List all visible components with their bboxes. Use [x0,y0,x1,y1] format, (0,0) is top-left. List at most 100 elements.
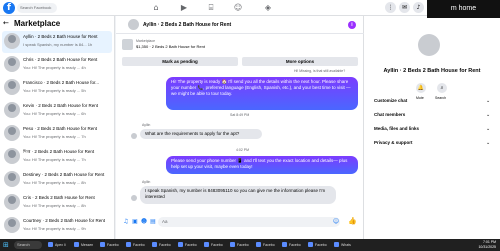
search-facebook-input[interactable]: Search Facebook [17,3,57,13]
avatar [131,195,137,201]
facebook-logo-icon[interactable]: f [3,2,15,14]
messenger-icon[interactable]: ✉ [399,2,410,13]
marketplace-thread-list: ← Marketplace Ayllin · 2 Beds 2 Bath Hou… [0,16,115,239]
mute-icon[interactable]: 🔔 [416,83,426,93]
thread-item[interactable]: Kevin · 2 Beds 2 Bath House for Rent You… [2,100,112,122]
marketplace-icon[interactable]: ⌸ [205,2,217,14]
details-title: Ayllin · 2 Beds 2 Bath House for Rent [383,68,481,74]
customize-chat-item[interactable]: Customize chat [374,98,407,103]
taskbar-search[interactable]: Search [14,241,42,249]
notifications-icon[interactable]: ♪ [413,2,424,13]
avatar[interactable] [128,19,139,30]
avatar [4,148,20,164]
more-options-button[interactable]: More options [242,57,358,66]
taskbar-app[interactable]: Facebo [126,240,145,250]
overlay-label: m home [427,0,500,18]
taskbar-app[interactable]: Facebo [308,240,327,250]
thread-preview: You: Hi! The property is ready ... 7h [23,157,86,162]
clock-date: 10/31/2025 [478,245,496,249]
taskbar-app[interactable]: Facebo [178,240,197,250]
avatar [4,79,20,95]
thread-preview: You: Hi! The property is ready ... 8h [23,203,86,208]
avatar [131,133,137,139]
thread-preview: You: Hi! The property is ready ... 8h [23,180,86,185]
search-label: Search [435,96,447,100]
mute-label: Mute [416,96,424,100]
windows-taskbar: ⊞ Search Apex li Messen Facebo Facebo Fa… [0,239,500,251]
thread-name: Cris · 2 Beds 2 Bath House for Rent [23,195,95,200]
thread-item[interactable]: Ayllin · 2 Beds 2 Bath House for Rent I … [2,31,112,53]
avatar[interactable] [418,34,440,56]
thread-name: Kevin · 2 Beds 2 Bath House for Rent [23,103,99,108]
thread-preview: I speak Spanish, my number is 84... 1h [23,42,93,47]
conversation-details-panel: Ayllin · 2 Beds 2 Bath House for Rent 🔔 … [364,16,500,239]
taskbar-app[interactable]: Facebo [204,240,223,250]
thread-name: Courtney · 2 Beds 2 Bath House for Rent [23,218,106,223]
image-icon[interactable]: ▣ [131,218,139,226]
search-icon[interactable]: ⌕ [437,83,447,93]
thread-name: Destiney · 2 Beds 2 Bath House for Rent [23,172,105,177]
thread-name: Francisco · 2 Beds 2 Bath House for... [23,80,100,85]
privacy-support-item[interactable]: Privacy & support [374,140,413,145]
taskbar-app[interactable]: Facebo [230,240,249,250]
gif-icon[interactable]: ▤ [149,218,157,226]
conversation-header: Ayllin · 2 Beds 2 Bath House for Rent i [116,16,364,34]
thread-preview: You: Hi! The property is ready ... 7h [23,134,86,139]
message-composer: ♫ ▣ ☻ ▤ Aa ☺ 👍 [116,214,364,230]
taskbar-app[interactable]: Apex li [48,240,66,250]
thread-name: Ayllin · 2 Beds 2 Bath House for Rent [23,34,98,39]
thread-preview: You: Hi! The property is ready ... 9h [23,226,86,231]
gaming-icon[interactable]: ◈ [262,2,274,14]
thread-preview: You: Hi! The property is ready ... 6h [23,111,86,116]
taskbar-app[interactable]: Messen [74,240,93,250]
thread-item[interactable]: Francisco · 2 Beds 2 Bath House for... Y… [2,77,112,99]
media-files-links-item[interactable]: Media, files and links [374,126,419,131]
avatar [4,194,20,210]
home-icon[interactable]: ⌂ [150,2,162,14]
chevron-down-icon[interactable]: ⌄ [486,126,490,132]
conversation-title[interactable]: Ayllin · 2 Beds 2 Bath House for Rent [143,22,231,28]
incoming-message: What are the requirements to apply for t… [140,129,262,139]
chat-members-item[interactable]: Chat members [374,112,405,117]
microphone-icon[interactable]: ♫ [122,218,130,226]
chevron-down-icon[interactable]: ⌄ [486,98,490,104]
taskbar-clock[interactable]: 7:01 PM 10/31/2025 [466,240,496,250]
groups-icon[interactable]: ☺ [232,2,244,14]
chevron-down-icon[interactable]: ⌄ [486,112,490,118]
thread-item[interactable]: Chris · 2 Beds 2 Bath House for Rent You… [2,54,112,76]
listing-label: Marketplace [136,39,156,43]
thread-preview: You: Hi! The property is ready ... 4h [23,65,86,70]
info-icon[interactable]: i [348,21,356,29]
start-menu-icon[interactable]: ⊞ [3,241,11,249]
message-timestamp: 4:02 PM [236,148,250,152]
listing-price: $1,350 · 2 Beds 2 Bath House for Rent [136,44,205,49]
thread-item[interactable]: Courtney · 2 Beds 2 Bath House for Rent … [2,215,112,237]
thread-item[interactable]: Peso · 2 Beds 2 Bath House for Rent You:… [2,123,112,145]
taskbar-app[interactable]: Facebo [152,240,171,250]
taskbar-app[interactable]: Facebo [282,240,301,250]
message-sender: Ayllin [142,123,151,127]
message-input[interactable]: Aa [158,217,340,227]
outgoing-message: Please send your phone number 📱 and I'll… [166,156,358,174]
avatar [4,56,20,72]
avatar [4,217,20,233]
conversation-panel: Ayllin · 2 Beds 2 Bath House for Rent i … [116,16,364,239]
thread-item[interactable]: Cris · 2 Beds 2 Bath House for Rent You:… [2,192,112,214]
taskbar-app[interactable]: Facebo [256,240,275,250]
thread-item[interactable]: দিপ্ত · 2 Beds 2 Bath House for Rent You… [2,146,112,168]
avatar [4,171,20,187]
thread-item[interactable]: Destiney · 2 Beds 2 Bath House for Rent … [2,169,112,191]
menu-icon[interactable]: ⋮ [385,2,396,13]
thread-name: Chris · 2 Beds 2 Bath House for Rent [23,57,98,62]
taskbar-app[interactable]: Facebo [100,240,119,250]
taskbar-app[interactable]: Whats [334,240,351,250]
thread-name: দিপ্ত · 2 Beds 2 Bath House for Rent [23,149,95,154]
emoji-icon[interactable]: ☺ [332,218,340,226]
sticker-icon[interactable]: ☻ [140,218,148,226]
mark-as-pending-button[interactable]: Mark as pending [122,57,238,66]
page-title: Marketplace [14,19,61,28]
thumbs-up-icon[interactable]: 👍 [348,217,357,225]
back-arrow-icon[interactable]: ← [3,19,9,27]
chevron-down-icon[interactable]: ⌄ [486,140,490,146]
video-icon[interactable]: ▶ [178,2,190,14]
